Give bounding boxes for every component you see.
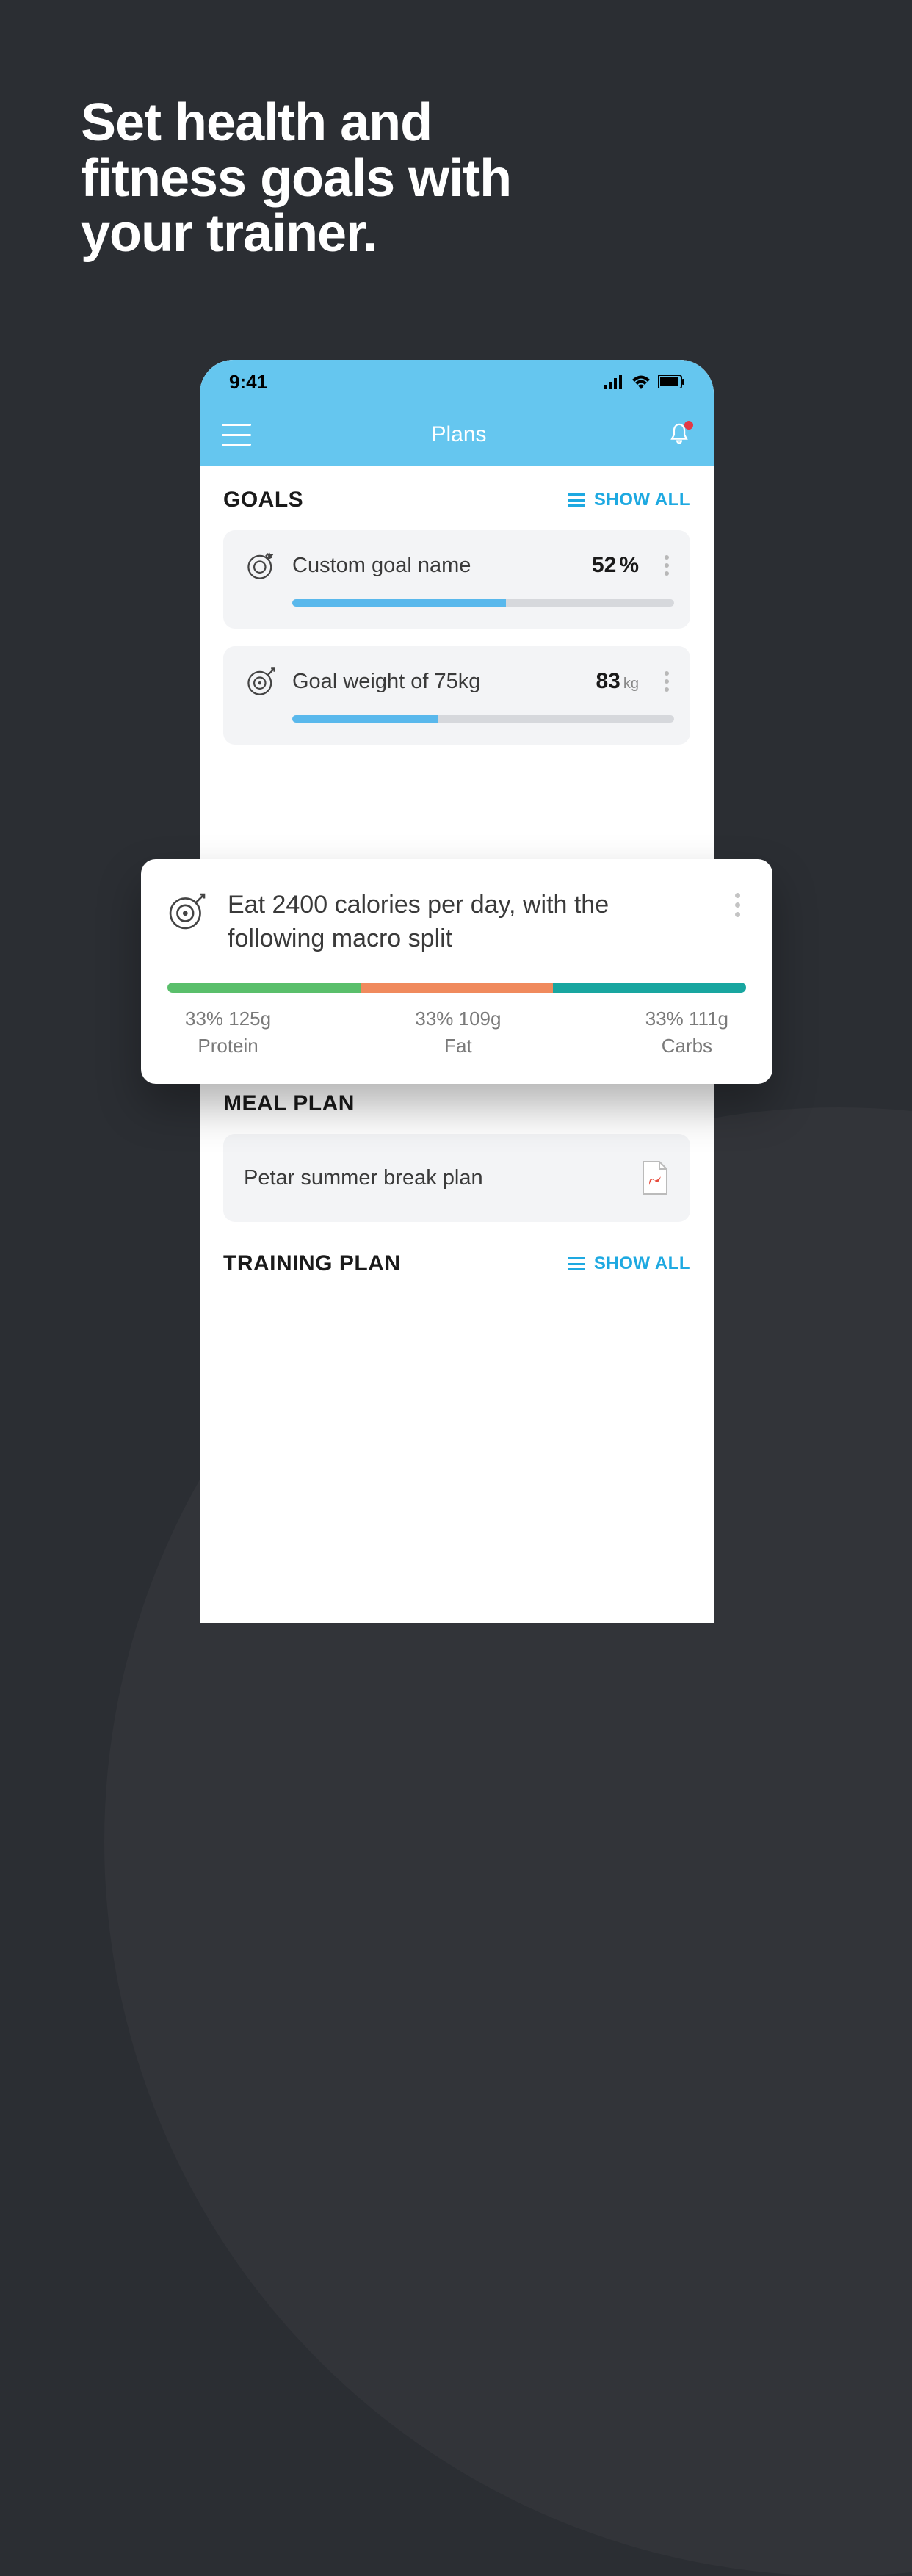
target-icon (167, 891, 207, 931)
goal-card[interactable]: Goal weight of 75kg 83kg (223, 646, 690, 745)
macro-legend: 33% 125gProtein 33% 109gFat 33% 111gCarbs (167, 1007, 746, 1057)
menu-button[interactable] (222, 424, 251, 446)
show-all-label: SHOW ALL (594, 490, 690, 510)
progress-bar (292, 715, 674, 723)
progress-bar (292, 599, 674, 607)
marketing-headline: Set health andfitness goals withyour tra… (81, 95, 511, 262)
star-target-icon (245, 549, 278, 582)
goal-value: 52% (592, 553, 639, 578)
nav-title: Plans (431, 422, 486, 447)
show-all-label: SHOW ALL (594, 1253, 690, 1274)
goals-header: GOALS SHOW ALL (223, 488, 690, 513)
notifications-button[interactable] (667, 422, 692, 447)
progress-fill (292, 715, 438, 723)
progress-fill (292, 599, 506, 607)
macro-legend-item: 33% 111gCarbs (645, 1007, 728, 1057)
nav-bar: Plans (200, 404, 714, 466)
status-time: 9:41 (229, 371, 267, 394)
goals-show-all[interactable]: SHOW ALL (568, 490, 690, 510)
battery-icon (658, 375, 684, 388)
training-plan-title: TRAINING PLAN (223, 1251, 401, 1276)
macro-segment (167, 983, 361, 993)
goal-card[interactable]: Custom goal name 52% (223, 530, 690, 629)
macro-segment (361, 983, 554, 993)
signal-icon (604, 375, 624, 389)
pdf-icon (640, 1160, 670, 1195)
featured-goal-text: Eat 2400 calories per day, with the foll… (228, 889, 708, 956)
phone-frame: 9:41 Plans GOALS SHOW ALL (200, 360, 714, 1623)
list-icon (568, 493, 585, 507)
goal-name: Custom goal name (292, 554, 577, 578)
target-icon (245, 665, 278, 698)
notification-badge (684, 421, 693, 430)
training-show-all[interactable]: SHOW ALL (568, 1253, 690, 1274)
status-indicators (604, 375, 684, 389)
goal-menu-button[interactable] (659, 671, 674, 692)
macro-legend-item: 33% 125gProtein (185, 1007, 271, 1057)
goals-title: GOALS (223, 488, 303, 513)
goal-value: 83kg (596, 669, 640, 694)
meal-plan-title: MEAL PLAN (223, 1091, 355, 1116)
wifi-icon (631, 375, 651, 389)
training-plan-header: TRAINING PLAN SHOW ALL (223, 1251, 690, 1276)
macro-bar (167, 983, 746, 993)
meal-plan-name: Petar summer break plan (244, 1166, 483, 1190)
macro-legend-item: 33% 109gFat (415, 1007, 501, 1057)
list-icon (568, 1257, 585, 1270)
status-bar: 9:41 (200, 360, 714, 404)
macro-segment (553, 983, 746, 993)
featured-menu-button[interactable] (728, 893, 746, 917)
meal-plan-card[interactable]: Petar summer break plan (223, 1134, 690, 1222)
featured-goal-card[interactable]: Eat 2400 calories per day, with the foll… (141, 859, 772, 1084)
goal-name: Goal weight of 75kg (292, 670, 582, 694)
goal-menu-button[interactable] (659, 555, 674, 576)
meal-plan-header: MEAL PLAN (223, 1091, 690, 1116)
